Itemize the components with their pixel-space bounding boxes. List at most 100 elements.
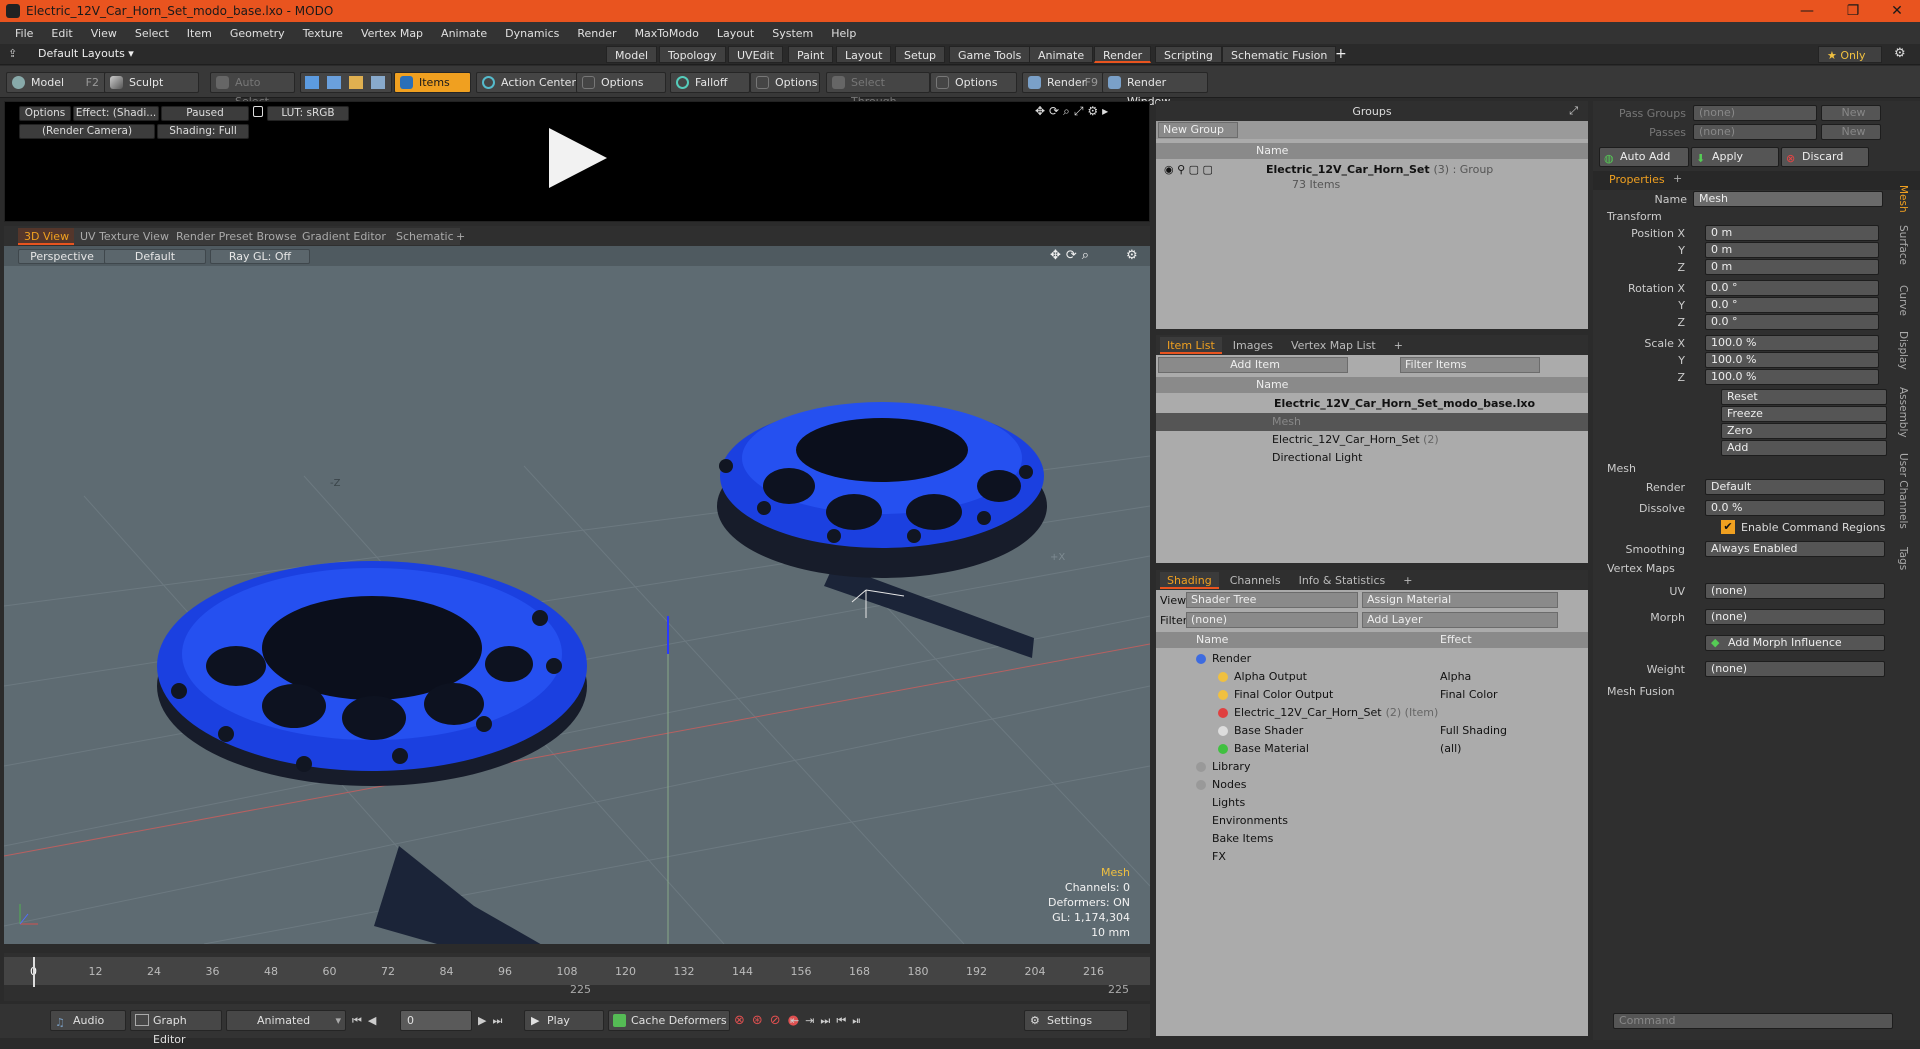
assign-material-dropdown[interactable]: Assign Material — [1362, 592, 1558, 608]
preview-nav-icons[interactable]: ✥⟳⌕⤢⚙▸ — [1035, 104, 1112, 119]
mesh-section[interactable]: Mesh — [1607, 462, 1636, 475]
shader-layer-effect[interactable]: Full Shading — [1440, 722, 1507, 740]
tab-schematic-fusion[interactable]: Schematic Fusion — [1222, 46, 1337, 63]
menu-maxtomodo[interactable]: MaxToModo — [635, 27, 699, 40]
tab-setup[interactable]: Setup — [895, 46, 946, 63]
action-center-button[interactable]: Action Center — [476, 72, 578, 93]
scale-y-input[interactable]: 100.0 % — [1705, 352, 1879, 368]
add-properties-tab-button[interactable]: + — [1673, 172, 1682, 185]
preview-camera-dropdown[interactable]: (Render Camera) — [19, 124, 155, 139]
view-dropdown[interactable]: Shader Tree — [1186, 592, 1358, 608]
preview-effect-dropdown[interactable]: Effect: (Shadi... — [73, 106, 159, 121]
auto-select-button[interactable]: Auto Select — [210, 72, 295, 108]
auto-add-button[interactable]: ◍ Auto Add — [1599, 147, 1689, 167]
play-icon[interactable] — [545, 126, 611, 192]
falloff-options-button[interactable]: Options — [750, 72, 820, 93]
add-layer-dropdown[interactable]: Add Layer — [1362, 612, 1558, 628]
settings-button[interactable]: ⚙ Settings — [1024, 1010, 1128, 1031]
pass-groups-dropdown[interactable]: (none) — [1693, 105, 1817, 121]
tab-scripting[interactable]: Scripting — [1155, 46, 1222, 63]
item-row-scene[interactable]: Electric_12V_Car_Horn_Set_modo_base.lxo — [1156, 395, 1588, 413]
menu-dynamics[interactable]: Dynamics — [505, 27, 559, 40]
weight-dropdown[interactable]: (none) — [1705, 661, 1885, 677]
filter-dropdown[interactable]: (none) — [1186, 612, 1358, 628]
tab-properties[interactable]: Properties — [1609, 173, 1665, 186]
tab-vertex-map-list[interactable]: Vertex Map List — [1284, 337, 1383, 354]
model-mode-button[interactable]: Model F2 — [6, 72, 106, 93]
rotation-z-input[interactable]: 0.0 ° — [1705, 314, 1879, 330]
shader-layer-effect[interactable]: (all) — [1440, 740, 1461, 758]
menu-layout[interactable]: Layout — [717, 27, 754, 40]
add-shading-tab-button[interactable]: + — [1396, 572, 1419, 589]
horn-model-right[interactable] — [717, 402, 1047, 658]
horn-model-left[interactable] — [157, 561, 587, 944]
shader-tree-row[interactable]: Environments — [1156, 812, 1588, 830]
tab-uv-texture-view[interactable]: UV Texture View — [74, 228, 175, 245]
tab-shading[interactable]: Shading — [1160, 571, 1219, 589]
shader-tree-row[interactable]: Bake Items — [1156, 830, 1588, 848]
shader-tree-row[interactable]: Lights — [1156, 794, 1588, 812]
item-row-mesh[interactable]: Mesh — [1156, 413, 1588, 431]
tab-3d-view[interactable]: 3D View — [18, 228, 76, 245]
item-row-directional-light[interactable]: Directional Light — [1156, 449, 1588, 467]
reset-dropdown[interactable]: Reset — [1721, 389, 1887, 405]
command-input[interactable]: Command — [1613, 1013, 1893, 1029]
timeline-playhead[interactable] — [33, 957, 35, 987]
menu-item[interactable]: Item — [187, 27, 212, 40]
dissolve-input[interactable]: 0.0 % — [1705, 500, 1885, 516]
side-tab-mesh[interactable]: Mesh — [1897, 185, 1909, 213]
transform-section[interactable]: Transform — [1607, 210, 1662, 223]
tab-game-tools[interactable]: Game Tools — [949, 46, 1031, 63]
prev-key-buttons[interactable]: ⏮◀ — [352, 1014, 382, 1028]
preview-shading-dropdown[interactable]: Shading: Full — [157, 124, 249, 139]
default-dropdown[interactable]: Default — [104, 249, 206, 264]
position-x-input[interactable]: 0 m — [1705, 225, 1879, 241]
preview-lut-dropdown[interactable]: LUT: sRGB — [267, 106, 349, 121]
lock-icon[interactable] — [253, 106, 263, 117]
smoothing-dropdown[interactable]: Always Enabled — [1705, 541, 1885, 557]
add-item-dropdown[interactable]: Add Item — [1158, 357, 1348, 373]
animated-dropdown[interactable]: Animated ▾ — [226, 1010, 346, 1031]
menu-geometry[interactable]: Geometry — [230, 27, 285, 40]
shader-tree-row[interactable]: Base Material (all) — [1156, 740, 1588, 758]
tab-uvedit[interactable]: UVEdit — [728, 46, 783, 63]
action-center-options-button[interactable]: Options — [576, 72, 666, 93]
layouts-icon[interactable]: ⇪ — [8, 47, 17, 60]
passes-dropdown[interactable]: (none) — [1693, 124, 1817, 140]
tab-item-list[interactable]: Item List — [1160, 336, 1222, 354]
discard-button[interactable]: ⊗ Discard — [1781, 147, 1869, 167]
uv-dropdown[interactable]: (none) — [1705, 583, 1885, 599]
zero-dropdown[interactable]: Zero — [1721, 423, 1887, 439]
position-y-input[interactable]: 0 m — [1705, 242, 1879, 258]
menu-system[interactable]: System — [772, 27, 813, 40]
perspective-dropdown[interactable]: Perspective — [18, 249, 106, 264]
add-viewport-tab-button[interactable]: + — [450, 228, 471, 245]
items-mode-button[interactable]: Items — [394, 72, 471, 93]
add-transform-dropdown[interactable]: Add — [1721, 440, 1887, 456]
menu-help[interactable]: Help — [831, 27, 856, 40]
tab-topology[interactable]: Topology — [659, 46, 726, 63]
tab-layout[interactable]: Layout — [836, 46, 892, 63]
ray-gl-toggle[interactable]: Ray GL: Off — [210, 249, 310, 264]
add-panel-tab-button[interactable]: + — [1387, 337, 1410, 354]
select-through-button[interactable]: Select Through — [826, 72, 930, 108]
restore-button[interactable]: ❐ — [1830, 0, 1876, 22]
item-row-horn-set[interactable]: Electric_12V_Car_Horn_Set (2) — [1156, 431, 1588, 449]
preview-options-button[interactable]: Options — [19, 106, 71, 121]
add-morph-influence-button[interactable]: ◆ Add Morph Influence — [1705, 635, 1885, 651]
menu-animate[interactable]: Animate — [441, 27, 487, 40]
vertices-mode-icon[interactable] — [305, 76, 319, 89]
render-button[interactable]: Render F9 — [1022, 72, 1104, 93]
next-key-buttons[interactable]: ▶⏭ — [478, 1014, 508, 1028]
shader-tree-row[interactable]: Library — [1156, 758, 1588, 776]
shader-tree-row[interactable]: Base Shader Full Shading — [1156, 722, 1588, 740]
tab-render[interactable]: Render — [1094, 46, 1152, 63]
freeze-dropdown[interactable]: Freeze — [1721, 406, 1887, 422]
close-button[interactable]: ✕ — [1874, 0, 1920, 22]
tab-gradient-editor[interactable]: Gradient Editor — [296, 228, 392, 245]
scale-x-input[interactable]: 100.0 % — [1705, 335, 1879, 351]
play-button[interactable]: ▶ Play — [524, 1010, 604, 1031]
polygons-mode-icon[interactable] — [349, 76, 363, 89]
menu-edit[interactable]: Edit — [51, 27, 72, 40]
minimize-button[interactable]: — — [1784, 0, 1830, 22]
